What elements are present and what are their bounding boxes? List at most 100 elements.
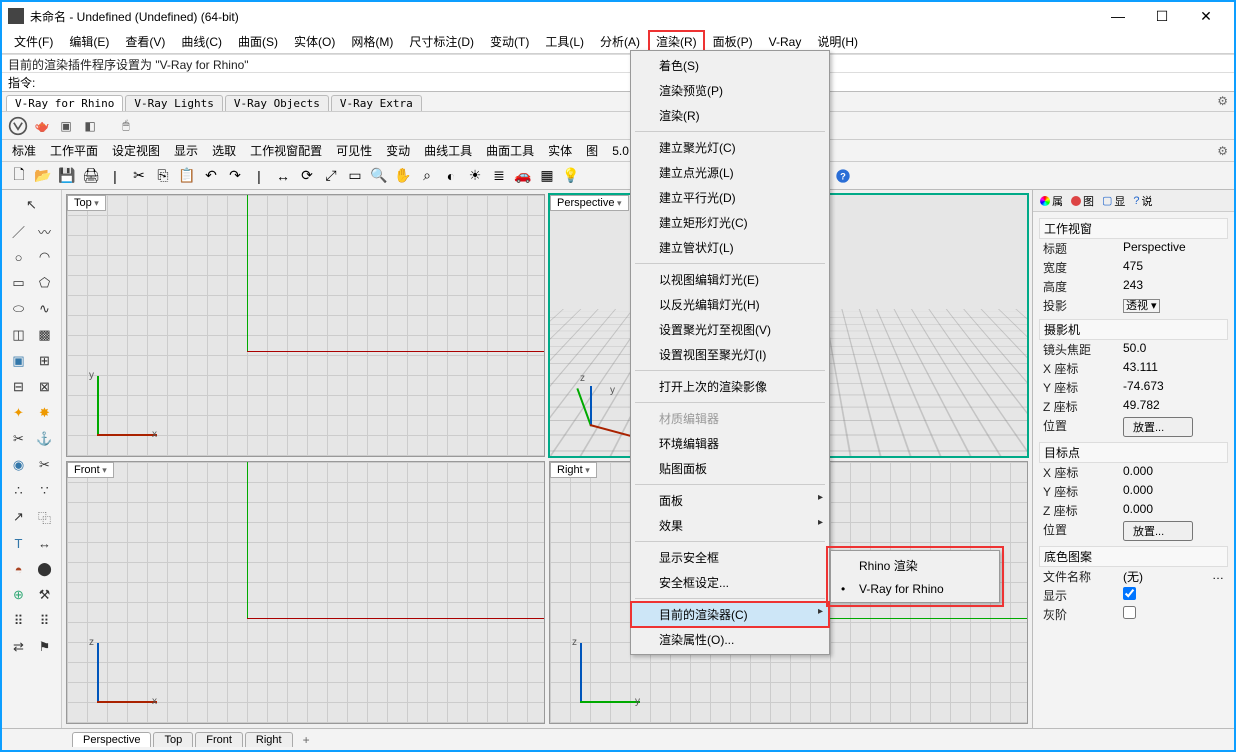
sphere-icon[interactable]: ◓: [8, 558, 30, 580]
frame-buffer-icon[interactable]: ◧: [80, 116, 100, 136]
viewport-label-right[interactable]: Right: [550, 462, 597, 478]
menu-item[interactable]: 建立聚光灯(C): [631, 135, 829, 160]
menu-item[interactable]: 设置聚光灯至视图(V): [631, 317, 829, 342]
dim-icon[interactable]: ↔: [34, 532, 56, 554]
command-line[interactable]: 指令:: [2, 72, 1234, 92]
menu-item[interactable]: 渲染(R): [631, 103, 829, 128]
pointer-icon[interactable]: ↖: [21, 194, 43, 216]
new-icon[interactable]: 🗋: [8, 165, 30, 187]
trim-icon[interactable]: ✂: [8, 428, 30, 450]
btab-right[interactable]: Right: [245, 732, 293, 747]
circle-icon[interactable]: ○: [8, 246, 30, 268]
menu-edit[interactable]: 编辑(E): [61, 30, 117, 53]
val-tz[interactable]: 0.000: [1123, 502, 1224, 519]
ribbon-curvetools[interactable]: 曲线工具: [420, 140, 476, 161]
ribbon-standard[interactable]: 标准: [8, 140, 40, 161]
ribbon-viewport[interactable]: 工作视窗配置: [246, 140, 326, 161]
polyline-icon[interactable]: 〰: [34, 220, 56, 242]
menu-tools[interactable]: 工具(L): [537, 30, 592, 53]
menu-item[interactable]: 显示安全框: [631, 545, 829, 570]
explode-icon[interactable]: ✸: [34, 402, 56, 424]
flag-icon[interactable]: ⚑: [34, 636, 56, 658]
copy2-icon[interactable]: ⿻: [34, 506, 56, 528]
grid-icon[interactable]: ▦: [536, 165, 558, 187]
menu-dimension[interactable]: 尺寸标注(D): [401, 30, 482, 53]
menu-transform[interactable]: 变动(T): [482, 30, 537, 53]
menu-item[interactable]: 打开上次的渲染影像: [631, 374, 829, 399]
tab-vray-objects[interactable]: V-Ray Objects: [225, 95, 329, 111]
ribbon-drafting[interactable]: 图: [582, 140, 602, 161]
gear-icon[interactable]: ⚙: [1217, 144, 1228, 158]
menu-item[interactable]: 以反光编辑灯光(H): [631, 292, 829, 317]
show-checkbox[interactable]: [1123, 587, 1136, 600]
rp-tab-layers[interactable]: 图: [1068, 192, 1097, 210]
ribbon-setview[interactable]: 设定视图: [108, 140, 164, 161]
surface-icon[interactable]: ◫: [8, 324, 30, 346]
net-icon[interactable]: ⊞: [34, 350, 56, 372]
earth-icon[interactable]: ⊕: [8, 584, 30, 606]
viewport-label-top[interactable]: Top: [67, 195, 106, 211]
teapot-icon[interactable]: 🫖: [32, 116, 52, 136]
val-title[interactable]: Perspective: [1123, 240, 1224, 257]
split-icon[interactable]: ✂: [34, 454, 56, 476]
menu-surface[interactable]: 曲面(S): [230, 30, 286, 53]
menu-item[interactable]: 渲染预览(P): [631, 78, 829, 103]
scale-icon[interactable]: ⤢: [320, 165, 342, 187]
close-button[interactable]: ✕: [1184, 2, 1228, 30]
add-viewport-button[interactable]: +: [295, 733, 318, 747]
redo-icon[interactable]: ↷: [224, 165, 246, 187]
vray-options-icon[interactable]: 🖱: [116, 116, 136, 136]
anchor-icon[interactable]: ⚓: [34, 428, 56, 450]
array2-icon[interactable]: ⠿: [34, 610, 56, 632]
menu-file[interactable]: 文件(F): [6, 30, 61, 53]
vray-logo-icon[interactable]: [8, 116, 28, 136]
btab-top[interactable]: Top: [153, 732, 193, 747]
zoom-extents-icon[interactable]: ⌕: [416, 165, 438, 187]
tab-vray-extra[interactable]: V-Ray Extra: [331, 95, 422, 111]
rotate-icon[interactable]: ⟳: [296, 165, 318, 187]
menu-view[interactable]: 查看(V): [117, 30, 173, 53]
menu-item[interactable]: 安全框设定...: [631, 570, 829, 595]
gray-checkbox[interactable]: [1123, 606, 1136, 619]
menu-solid[interactable]: 实体(O): [286, 30, 343, 53]
solid-icon[interactable]: ▩: [34, 324, 56, 346]
mesh-icon[interactable]: ⊟: [8, 376, 30, 398]
viewport-label-perspective[interactable]: Perspective: [550, 195, 629, 211]
blend-icon[interactable]: ⊠: [34, 376, 56, 398]
menu-item[interactable]: 建立点光源(L): [631, 160, 829, 185]
val-ty[interactable]: 0.000: [1123, 483, 1224, 500]
move2-icon[interactable]: ↗: [8, 506, 30, 528]
menu-mesh[interactable]: 网格(M): [343, 30, 401, 53]
join-icon[interactable]: ◉: [8, 454, 30, 476]
ribbon-transform[interactable]: 变动: [382, 140, 414, 161]
minimize-button[interactable]: —: [1096, 2, 1140, 30]
polygon-icon[interactable]: ⬠: [34, 272, 56, 294]
print-icon[interactable]: 🖨: [80, 165, 102, 187]
gear-icon[interactable]: ⚙: [1217, 94, 1228, 108]
box-icon[interactable]: ▣: [8, 350, 30, 372]
tab-vray-rhino[interactable]: V-Ray for Rhino: [6, 95, 123, 111]
menu-item[interactable]: 面板: [631, 488, 829, 513]
curve-icon[interactable]: ∿: [34, 298, 56, 320]
ellipse-icon[interactable]: ⬭: [8, 298, 30, 320]
rp-tab-help[interactable]: ?说: [1130, 192, 1155, 210]
btab-front[interactable]: Front: [195, 732, 243, 747]
menu-item[interactable]: 效果: [631, 513, 829, 538]
copy-icon[interactable]: ⎘: [152, 165, 174, 187]
file-browse-button[interactable]: …: [1212, 568, 1224, 585]
menu-item[interactable]: 环境编辑器: [631, 431, 829, 456]
tool-icon[interactable]: ⚒: [34, 584, 56, 606]
viewport-top[interactable]: Top yx: [66, 194, 545, 457]
light-icon[interactable]: 💡: [560, 165, 582, 187]
rp-tab-properties[interactable]: 属: [1037, 192, 1066, 210]
menu-item[interactable]: 贴图面板: [631, 456, 829, 481]
array-icon[interactable]: ⠿: [8, 610, 30, 632]
menu-item[interactable]: 着色(S): [631, 53, 829, 78]
menu-item[interactable]: 建立平行光(D): [631, 185, 829, 210]
rp-tab-display[interactable]: ▢显: [1099, 192, 1128, 210]
menu-item[interactable]: 目前的渲染器(C): [631, 602, 829, 627]
cut-icon[interactable]: ✂: [128, 165, 150, 187]
undo-icon[interactable]: ↶: [200, 165, 222, 187]
move-icon[interactable]: ↔: [272, 165, 294, 187]
text-icon[interactable]: T: [8, 532, 30, 554]
